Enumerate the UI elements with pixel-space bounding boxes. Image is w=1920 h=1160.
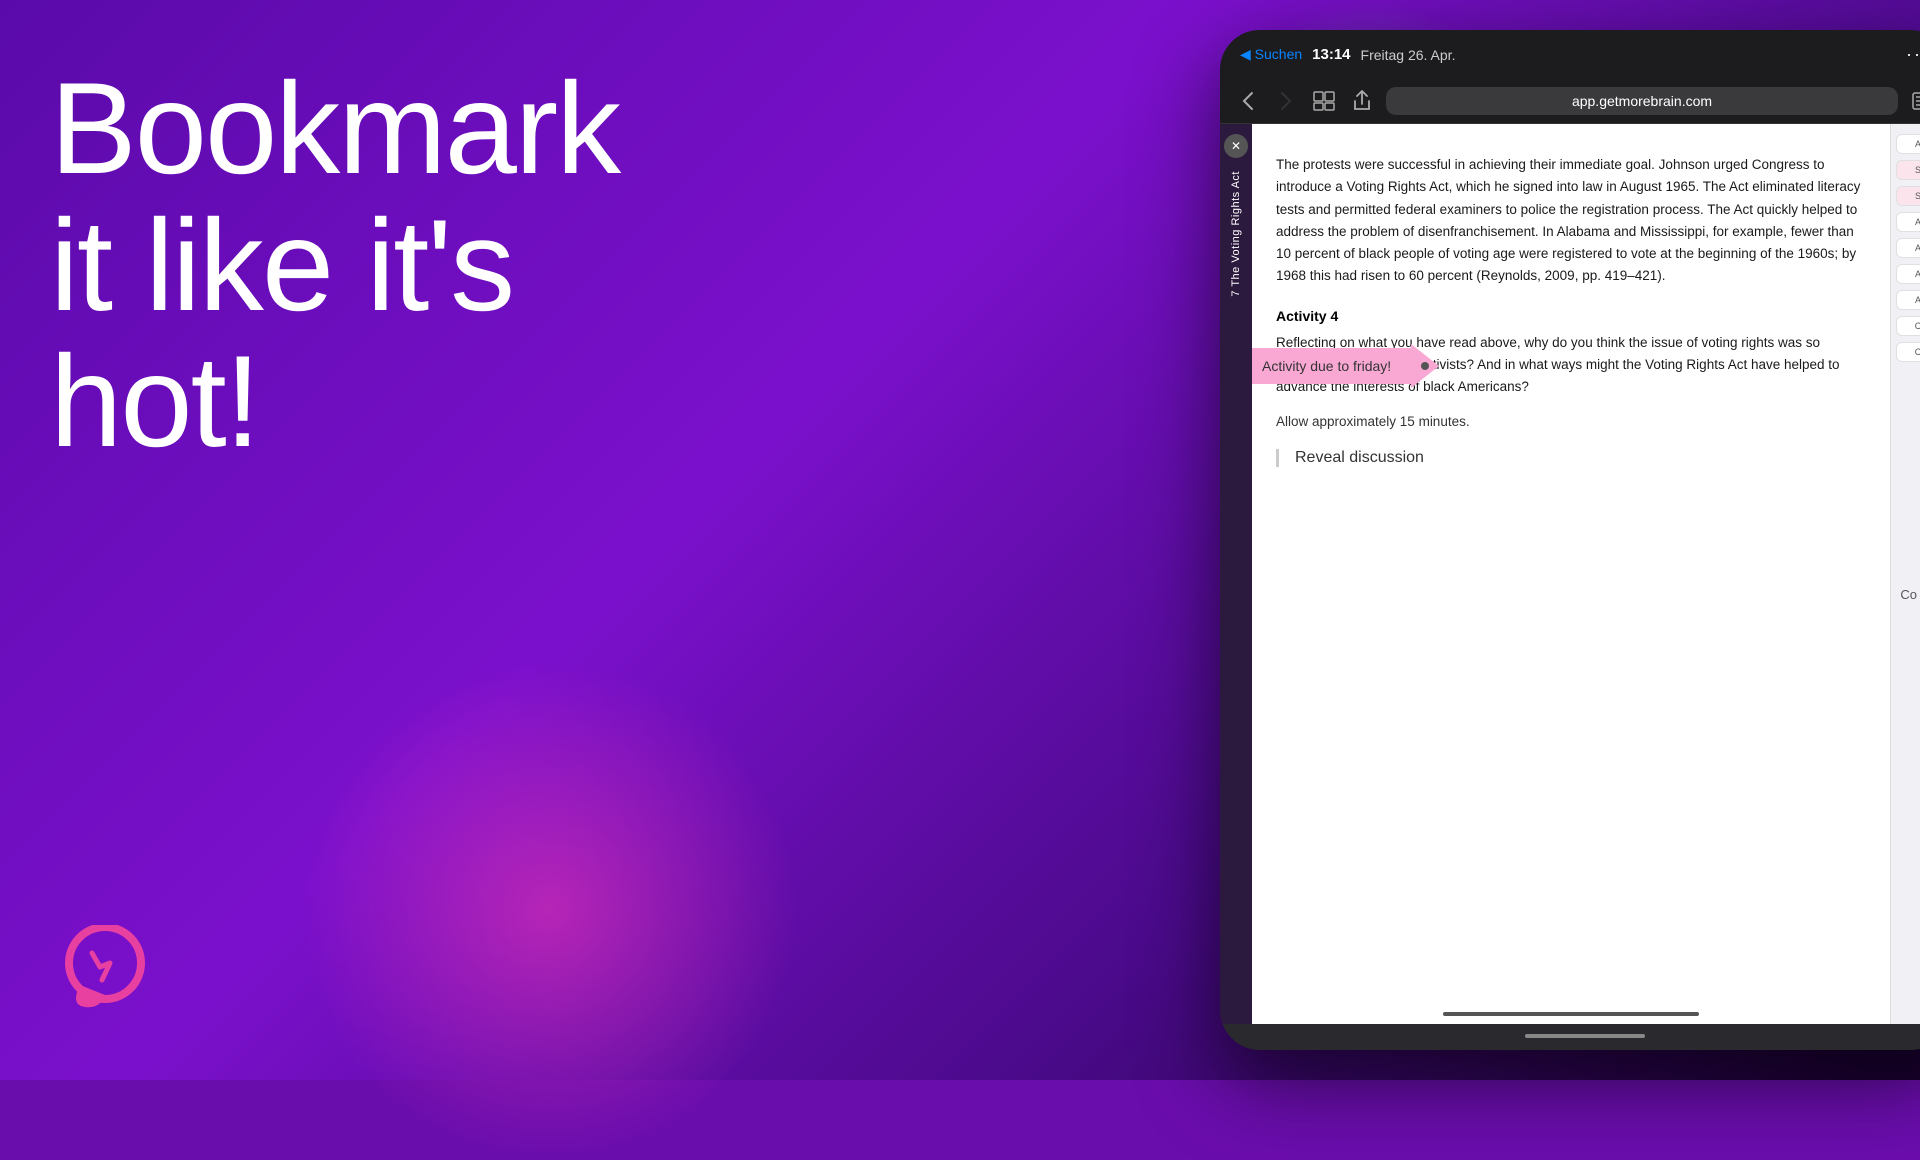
sidebar-close-btn[interactable]: ✕	[1224, 134, 1248, 158]
browser-toolbar: app.getmorebrain.com	[1220, 79, 1920, 124]
status-menu-dots[interactable]: ···	[1906, 44, 1920, 65]
logo-area	[50, 925, 160, 1020]
right-panel-item-1[interactable]: Ad	[1896, 134, 1920, 154]
right-panel-item-2[interactable]: Se	[1896, 160, 1920, 180]
brain-logo-icon	[50, 925, 160, 1015]
status-bar: ◀ Suchen 13:14 Freitag 26. Apr. ···	[1220, 30, 1920, 79]
sidebar-chapter-label: 7 The Voting Rights Act	[1230, 171, 1242, 297]
document-content: The protests were successful in achievin…	[1252, 124, 1890, 1024]
blob-pink	[300, 660, 800, 1160]
reader-button[interactable]	[1908, 87, 1920, 115]
right-panel: Ad Se Sa Ad Ad Ad Ad Co Co	[1890, 124, 1920, 1024]
document-paragraph: The protests were successful in achievin…	[1276, 154, 1866, 288]
right-panel-item-6[interactable]: Ad	[1896, 264, 1920, 284]
main-title: Bookmark it like it's hot!	[50, 60, 619, 470]
right-panel-item-8[interactable]: Co	[1896, 316, 1920, 336]
share-button[interactable]	[1348, 87, 1376, 115]
reveal-section: Reveal discussion	[1276, 449, 1866, 467]
allow-time-text: Allow approximately 15 minutes.	[1276, 414, 1866, 429]
bookmarks-button[interactable]	[1310, 87, 1338, 115]
tablet-device: ◀ Suchen 13:14 Freitag 26. Apr. ··· app.…	[1220, 30, 1920, 1050]
bookmark-banner[interactable]: Activity due to friday!	[1252, 344, 1429, 388]
status-back[interactable]: ◀ Suchen	[1240, 46, 1302, 63]
left-panel: Bookmark it like it's hot!	[50, 60, 619, 470]
tablet-frame: ◀ Suchen 13:14 Freitag 26. Apr. ··· app.…	[1220, 30, 1920, 1050]
right-panel-item-5[interactable]: Ad	[1896, 238, 1920, 258]
reveal-discussion-button[interactable]: Reveal discussion	[1295, 449, 1424, 467]
right-panel-item-4[interactable]: Ad	[1896, 212, 1920, 232]
sidebar-tab: ✕ 7 The Voting Rights Act	[1220, 124, 1252, 1024]
home-indicator	[1525, 1034, 1645, 1038]
forward-button[interactable]	[1272, 87, 1300, 115]
status-date: Freitag 26. Apr.	[1361, 47, 1456, 63]
back-button[interactable]	[1234, 87, 1262, 115]
tablet-main-content: ✕ 7 The Voting Rights Act The protests w…	[1220, 124, 1920, 1024]
status-time: 13:14	[1312, 46, 1350, 63]
activity-heading: Activity 4	[1276, 308, 1866, 324]
right-panel-item-7[interactable]: Ad	[1896, 290, 1920, 310]
co-edge-label: Co	[1897, 585, 1920, 604]
right-panel-item-3[interactable]: Sa	[1896, 186, 1920, 206]
scroll-indicator	[1443, 1012, 1698, 1016]
right-panel-item-9[interactable]: Co	[1896, 342, 1920, 362]
bookmark-label-text: Activity due to friday!	[1252, 348, 1411, 384]
url-bar[interactable]: app.getmorebrain.com	[1386, 87, 1898, 115]
